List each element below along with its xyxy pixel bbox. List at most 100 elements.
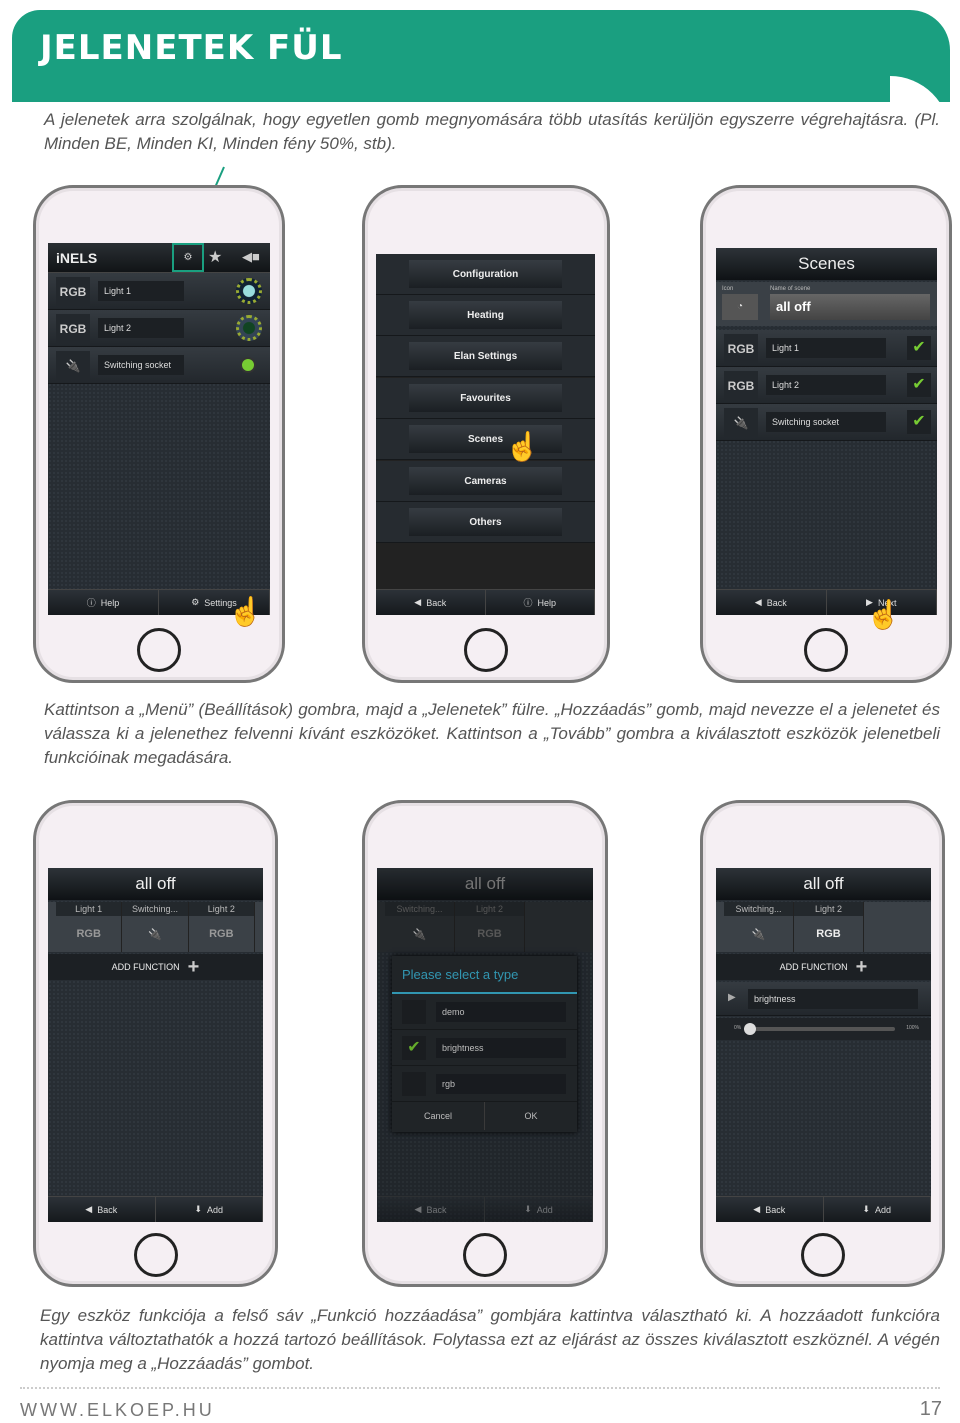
checkbox-checked[interactable]: ✔	[907, 336, 931, 360]
gear-icon: ⚙	[191, 597, 200, 607]
device-row[interactable]: RGB Light 1	[48, 273, 270, 310]
hand-pointer-icon: ☝	[866, 599, 901, 630]
help-button[interactable]: ⓘ Help	[48, 590, 159, 615]
socket-icon: 🔌	[412, 928, 427, 941]
device-tab[interactable]: Light 2 RGB	[455, 902, 525, 952]
step1-text: Kattintson a „Menü” (Beállítások) gombra…	[44, 700, 940, 767]
download-icon: ⬇	[862, 1204, 871, 1214]
device-tab[interactable]: Switching... 🔌	[724, 902, 794, 952]
screen-title: all off	[48, 868, 263, 900]
device-tab[interactable]: Light 2 RGB	[794, 902, 864, 952]
checkbox-checked[interactable]: ✔	[907, 373, 931, 397]
plus-icon: +	[855, 955, 868, 978]
help-button[interactable]: ⓘ Help	[486, 590, 595, 615]
cancel-button[interactable]: Cancel	[392, 1102, 485, 1130]
back-button[interactable]: ◀ Back	[377, 1197, 485, 1222]
screen-title: all off	[377, 868, 593, 900]
dialog-title: Please select a type	[392, 956, 577, 994]
step2-text: Egy eszköz funkciója a felső sáv „Funkci…	[40, 1306, 940, 1373]
home-button	[800, 1233, 845, 1277]
socket-icon: 🔌	[56, 351, 90, 380]
device-row[interactable]: RGB Light 1 ✔	[716, 330, 937, 367]
intro-text: A jelenetek arra szolgálnak, hogy egyetl…	[44, 110, 940, 153]
slider-handle[interactable]	[744, 1023, 757, 1035]
state-indicator-on[interactable]	[240, 357, 256, 373]
info-icon: ⓘ	[86, 598, 96, 608]
screen-select-type: all off Switching... 🔌 Light 2 RGB Please …	[377, 868, 593, 1222]
option-brightness[interactable]: ✔ brightness	[392, 1030, 577, 1066]
add-button[interactable]: ⬇ Add	[485, 1197, 593, 1222]
add-function-button[interactable]: ADD FUNCTION +	[716, 954, 931, 980]
option-demo[interactable]: demo	[392, 994, 577, 1030]
menu-item-cameras[interactable]: Cameras	[409, 467, 562, 495]
socket-icon: 🔌	[751, 928, 766, 941]
hand-pointer-icon: ☝	[505, 431, 540, 462]
back-arrow-icon: ◀	[753, 1204, 761, 1214]
footer-url[interactable]: WWW.ELKOEP.HU	[20, 1400, 215, 1421]
inels-logo: iNELS	[56, 250, 98, 266]
screen-devices: iNELS ⚙ ★ ◀■ RGB Light 1 RGB Light 2 🔌 Swit…	[48, 243, 270, 615]
screen-title: all off	[716, 868, 931, 900]
checkbox[interactable]	[402, 1000, 426, 1024]
scene-icon-picker[interactable]: ◔	[722, 294, 758, 320]
download-icon: ⬇	[194, 1204, 203, 1214]
hand-pointer-icon: ☝	[228, 596, 263, 627]
back-button[interactable]: ◀ Back	[716, 590, 827, 615]
back-button[interactable]: ◀ Back	[376, 590, 486, 615]
checkbox[interactable]	[402, 1072, 426, 1096]
device-tab[interactable]: Light 1 RGB	[56, 902, 123, 952]
home-button	[133, 1233, 178, 1277]
menu-item-elan-settings[interactable]: Elan Settings	[409, 342, 562, 370]
back-arrow-icon: ◀	[754, 597, 762, 607]
page-number: 17	[919, 1398, 942, 1420]
device-tab[interactable]: Switching... 🔌	[122, 902, 189, 952]
brightness-slider[interactable]	[744, 1023, 895, 1035]
menu-item-configuration[interactable]: Configuration	[409, 260, 562, 288]
device-tab[interactable]: Light 2 RGB	[188, 902, 255, 952]
select-type-dialog: Please select a type demo ✔ brightness rg…	[392, 956, 577, 1132]
menu-item-heating[interactable]: Heating	[409, 301, 562, 329]
home-button	[464, 628, 508, 672]
screen-menu: Configuration Heating Elan Settings Favo…	[376, 254, 595, 615]
device-tab[interactable]: Switching... 🔌	[385, 902, 455, 952]
screen-scene-functions: all off Light 1 RGB Switching... 🔌 Light 2…	[48, 868, 263, 1222]
scene-name-input[interactable]: all off	[770, 294, 930, 320]
home-button	[137, 628, 181, 672]
home-button	[463, 1233, 507, 1277]
footer-divider	[20, 1387, 940, 1389]
back-button[interactable]: ◀ Back	[716, 1197, 824, 1222]
settings-icon[interactable]: ⚙	[172, 243, 204, 272]
state-indicator-on[interactable]	[236, 278, 262, 304]
state-indicator-off[interactable]	[236, 315, 262, 341]
star-icon[interactable]: ★	[208, 247, 222, 267]
camera-icon[interactable]: ◀■	[242, 249, 260, 265]
device-row[interactable]: 🔌 Switching socket ✔	[716, 404, 937, 441]
add-function-button[interactable]: ADD FUNCTION +	[48, 954, 263, 980]
screen-function-brightness: all off Switching... 🔌 Light 2 RGB ADD FUN…	[716, 868, 931, 1222]
page-title: JELENETEK FÜL	[40, 28, 343, 68]
add-button[interactable]: ⬇ Add	[156, 1197, 263, 1222]
back-button[interactable]: ◀ Back	[48, 1197, 156, 1222]
device-row[interactable]: RGB Light 2 ✔	[716, 367, 937, 404]
screen-scenes: Scenes Icon ◔ Name of scene all off RGB L…	[716, 248, 937, 615]
checkbox-checked[interactable]: ✔	[402, 1036, 426, 1060]
function-row[interactable]: ▶ brightness	[716, 982, 931, 1016]
plus-icon: +	[187, 955, 200, 978]
menu-item-favourites[interactable]: Favourites	[409, 384, 562, 412]
socket-icon: 🔌	[148, 928, 162, 941]
screen-title: Scenes	[716, 248, 937, 280]
add-button[interactable]: ⬇ Add	[824, 1197, 931, 1222]
device-row[interactable]: 🔌 Switching socket	[48, 347, 270, 384]
socket-icon: 🔌	[724, 408, 758, 437]
option-rgb[interactable]: rgb	[392, 1066, 577, 1102]
back-arrow-icon: ◀	[85, 1204, 93, 1214]
download-icon: ⬇	[524, 1204, 532, 1214]
ok-button[interactable]: OK	[485, 1102, 577, 1130]
checkbox-checked[interactable]: ✔	[907, 410, 931, 434]
info-icon: ⓘ	[523, 598, 533, 608]
menu-item-others[interactable]: Others	[409, 508, 562, 536]
back-arrow-icon: ◀	[414, 597, 422, 607]
device-row[interactable]: RGB Light 2	[48, 310, 270, 347]
home-button	[804, 628, 848, 672]
expand-icon: ▶	[728, 992, 736, 1003]
